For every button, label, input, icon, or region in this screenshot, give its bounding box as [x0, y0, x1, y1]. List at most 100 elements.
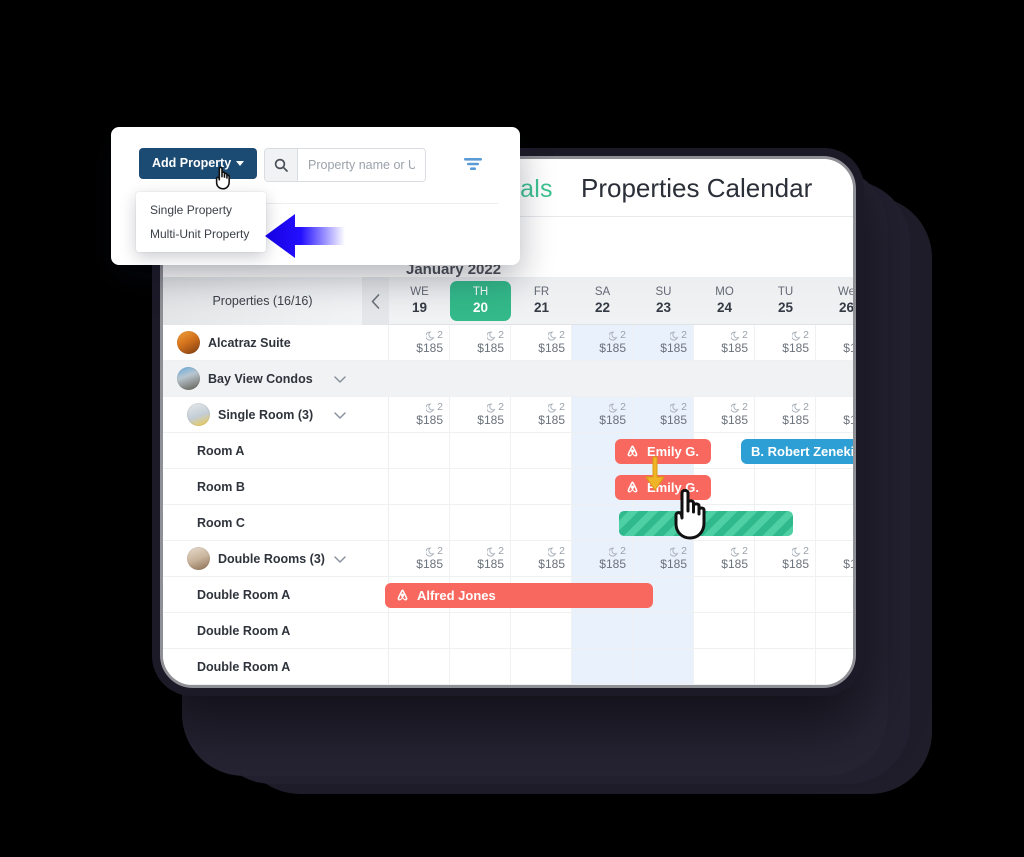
calendar-cell[interactable]: 2$185: [694, 325, 755, 360]
row-label[interactable]: Bay View Condos: [163, 361, 362, 396]
calendar-cell[interactable]: [511, 613, 572, 648]
day-column-su-23[interactable]: SU 23: [633, 277, 694, 325]
calendar-cell[interactable]: [755, 361, 816, 396]
calendar-cell[interactable]: 2$185: [755, 397, 816, 432]
calendar-cell[interactable]: 2$185: [511, 541, 572, 576]
chevron-down-icon[interactable]: [334, 371, 346, 386]
moon-icon: [426, 403, 435, 413]
calendar-cell[interactable]: [816, 469, 853, 504]
calendar-cell[interactable]: 2$185: [389, 325, 450, 360]
calendar-cell[interactable]: [450, 361, 511, 396]
calendar-cell[interactable]: [694, 613, 755, 648]
row-label[interactable]: Double Rooms (3): [163, 541, 362, 576]
calendar-cell[interactable]: 2$185: [816, 541, 853, 576]
calendar-cell[interactable]: 2$185: [755, 325, 816, 360]
calendar-cell[interactable]: 2$185: [633, 325, 694, 360]
row-label[interactable]: Single Room (3): [163, 397, 362, 432]
calendar-cell[interactable]: [450, 433, 511, 468]
calendar-cell[interactable]: [816, 577, 853, 612]
booking-bar[interactable]: Alfred Jones: [385, 583, 653, 608]
calendar-cell[interactable]: [755, 577, 816, 612]
add-property-button[interactable]: Add Property: [139, 148, 258, 179]
calendar-cell[interactable]: 2$185: [572, 397, 633, 432]
calendar-cell[interactable]: [511, 505, 572, 540]
row-label[interactable]: Room A: [163, 433, 362, 468]
calendar-cell[interactable]: 2$185: [389, 397, 450, 432]
calendar-cell[interactable]: [572, 613, 633, 648]
calendar-cell[interactable]: [755, 613, 816, 648]
calendar-cell[interactable]: 2$185: [633, 397, 694, 432]
calendar-cell[interactable]: 2$185: [755, 541, 816, 576]
nights-value: 2: [548, 329, 565, 342]
calendar-cell[interactable]: 2$185: [511, 325, 572, 360]
calendar-cell[interactable]: [389, 361, 450, 396]
calendar-cell[interactable]: 2$185: [572, 541, 633, 576]
row-label[interactable]: Alcatraz Suite: [163, 325, 362, 360]
calendar-cell[interactable]: 2$185: [450, 397, 511, 432]
row-name: Room A: [197, 443, 245, 458]
booking-bar[interactable]: [619, 511, 793, 536]
calendar-cell[interactable]: [633, 361, 694, 396]
calendar-cell[interactable]: 2$185: [816, 397, 853, 432]
calendar-cell[interactable]: 2$185: [450, 325, 511, 360]
nights-value: 2: [487, 401, 504, 414]
chevron-down-icon[interactable]: [334, 551, 346, 566]
filter-icon[interactable]: [463, 156, 483, 177]
calendar-cell[interactable]: 2$185: [572, 325, 633, 360]
day-column-mo-24[interactable]: MO 24: [694, 277, 755, 325]
calendar-cell[interactable]: [389, 649, 450, 684]
calendar-cell[interactable]: [389, 505, 450, 540]
calendar-cell[interactable]: [450, 613, 511, 648]
calendar-cell[interactable]: 2$185: [633, 541, 694, 576]
calendar-cell[interactable]: [633, 649, 694, 684]
calendar-cell[interactable]: [816, 613, 853, 648]
calendar-cell[interactable]: [450, 649, 511, 684]
calendar-cell[interactable]: 2$185: [816, 325, 853, 360]
day-column-we-26[interactable]: We 26: [816, 277, 853, 325]
calendar-cell[interactable]: 2$185: [694, 541, 755, 576]
calendar-cell[interactable]: [389, 469, 450, 504]
row-label[interactable]: Room C: [163, 505, 362, 540]
nights-count: 2: [681, 328, 687, 341]
calendar-cell[interactable]: [511, 649, 572, 684]
calendar-cell[interactable]: [389, 613, 450, 648]
calendar-cell[interactable]: [816, 649, 853, 684]
calendar-cell[interactable]: [572, 361, 633, 396]
dropdown-item-multi-unit-property[interactable]: Multi-Unit Property: [136, 222, 266, 246]
calendar-cell[interactable]: 2$185: [450, 541, 511, 576]
row-label[interactable]: Double Room A: [163, 613, 362, 648]
day-column-we-19[interactable]: WE 19: [389, 277, 450, 325]
search-input[interactable]: [298, 149, 425, 181]
price-value: $185: [721, 412, 748, 427]
row-label[interactable]: Double Room A: [163, 649, 362, 684]
calendar-cell[interactable]: [511, 469, 572, 504]
calendar-cell[interactable]: [572, 649, 633, 684]
price-value: $185: [477, 340, 504, 355]
day-column-tu-25[interactable]: TU 25: [755, 277, 816, 325]
row-label[interactable]: Room B: [163, 469, 362, 504]
calendar-cell[interactable]: [755, 649, 816, 684]
row-label[interactable]: Double Room A: [163, 577, 362, 612]
calendar-cell[interactable]: [816, 505, 853, 540]
calendar-cell[interactable]: [511, 433, 572, 468]
calendar-cell[interactable]: [816, 361, 853, 396]
calendar-cell[interactable]: [511, 361, 572, 396]
chevron-left-icon[interactable]: [362, 277, 389, 325]
day-column-sa-22[interactable]: SA 22: [572, 277, 633, 325]
chevron-down-icon[interactable]: [334, 407, 346, 422]
calendar-cell[interactable]: [450, 505, 511, 540]
calendar-cell[interactable]: 2$185: [511, 397, 572, 432]
calendar-cell[interactable]: [450, 469, 511, 504]
day-column-fr-21[interactable]: FR 21: [511, 277, 572, 325]
booking-bar[interactable]: B. Robert Zenekis: [741, 439, 853, 464]
calendar-cell[interactable]: [694, 361, 755, 396]
calendar-cell[interactable]: [694, 577, 755, 612]
calendar-cell[interactable]: [633, 613, 694, 648]
dropdown-item-single-property[interactable]: Single Property: [136, 198, 266, 222]
day-column-th-20[interactable]: TH 20: [450, 281, 511, 321]
calendar-cell[interactable]: [389, 433, 450, 468]
calendar-cell[interactable]: [694, 649, 755, 684]
calendar-cell[interactable]: 2$185: [389, 541, 450, 576]
calendar-cell[interactable]: [755, 469, 816, 504]
calendar-cell[interactable]: 2$185: [694, 397, 755, 432]
